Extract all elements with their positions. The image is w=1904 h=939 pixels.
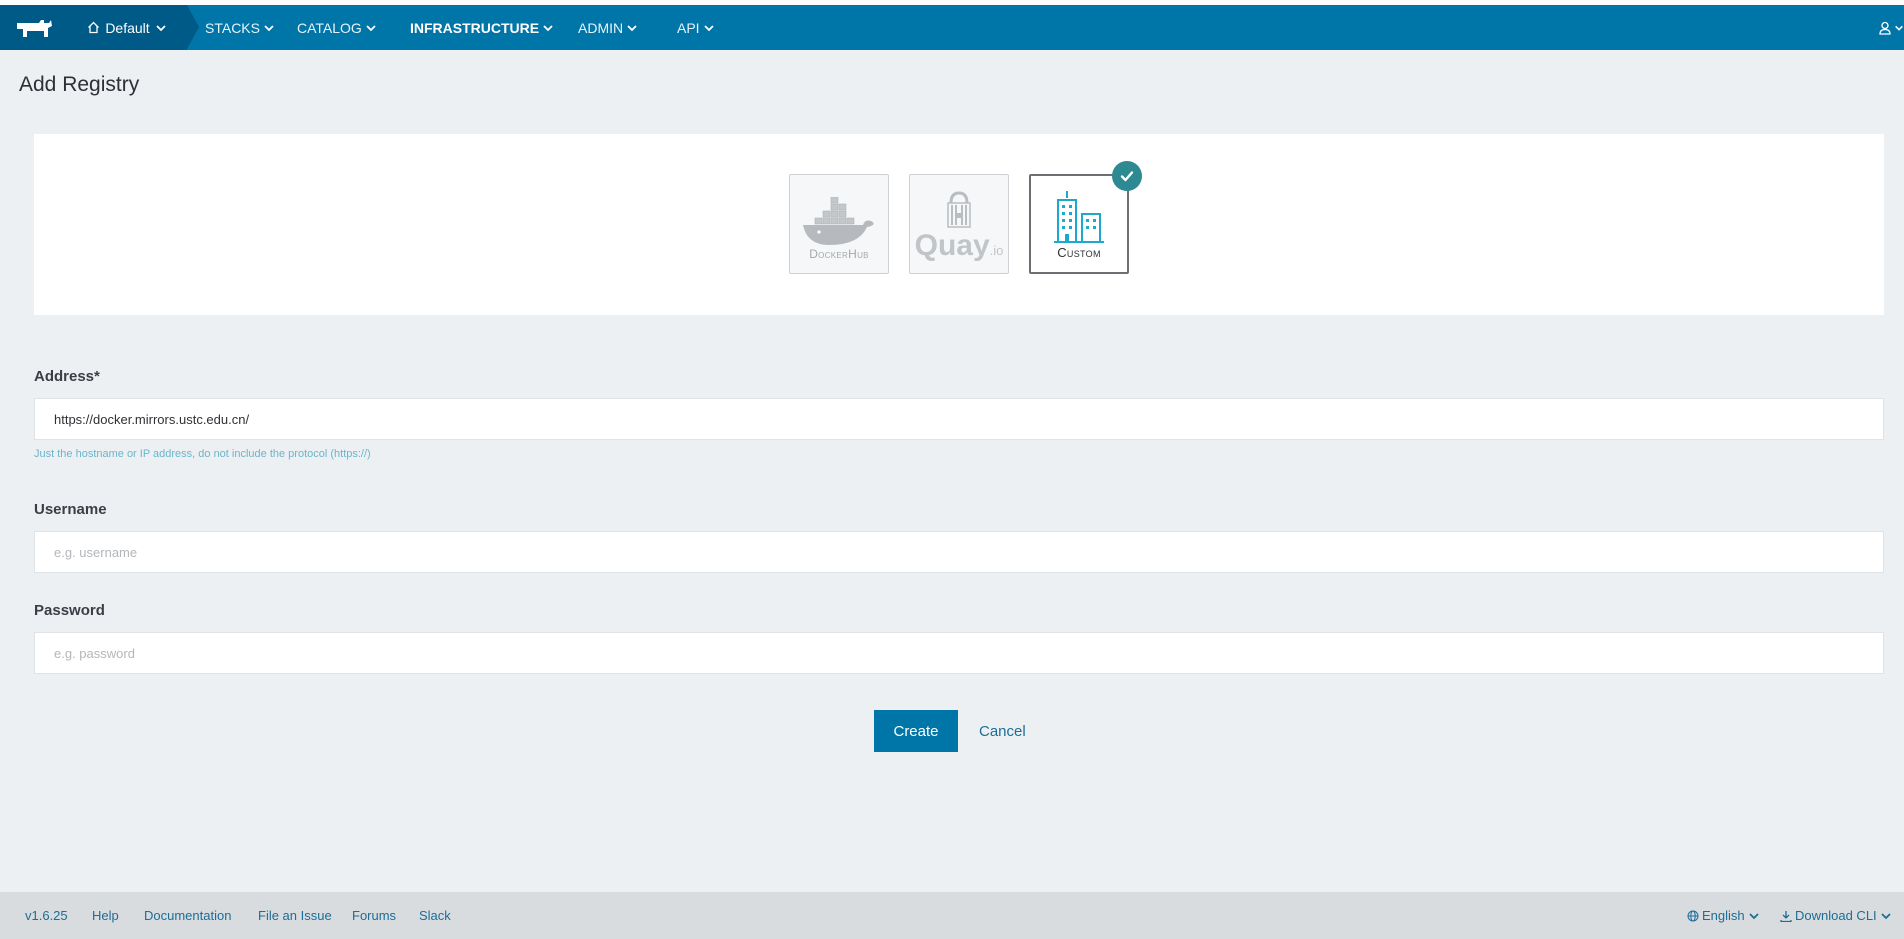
chevron-down-icon [366, 24, 376, 31]
language-label: English [1702, 908, 1745, 923]
nav-api[interactable]: API [677, 5, 715, 50]
address-label: Address* [34, 368, 100, 385]
version-link[interactable]: v1.6.25 [25, 892, 68, 939]
chevron-down-icon [543, 24, 553, 31]
nav-stacks-label: STACKS [205, 19, 260, 36]
selected-check-badge [1112, 161, 1142, 191]
chevron-down-icon [1749, 912, 1759, 919]
driver-custom[interactable]: Custom [1029, 161, 1142, 274]
driver-dockerhub-label: DockerHub [809, 247, 869, 261]
download-cli-label: Download CLI [1795, 908, 1877, 923]
chevron-down-icon [627, 24, 637, 31]
footer-link-file-an-issue[interactable]: File an Issue [258, 892, 332, 939]
checkmark-icon [1120, 171, 1134, 182]
globe-icon [1687, 910, 1699, 921]
app-root: Default STACKS CATALOG INFRASTRUCTURE AD… [0, 5, 1904, 939]
cancel-button[interactable]: Cancel [979, 710, 1026, 752]
quay-icon [947, 191, 971, 228]
nav-catalog[interactable]: CATALOG [297, 5, 377, 50]
chevron-down-icon [156, 24, 166, 31]
home-icon [88, 21, 100, 34]
footer-link-help[interactable]: Help [92, 892, 119, 939]
nav-api-label: API [677, 19, 700, 36]
nav-stacks[interactable]: STACKS [205, 5, 275, 50]
nav-admin[interactable]: ADMIN [578, 5, 638, 50]
user-icon [1879, 21, 1891, 35]
driver-dockerhub[interactable]: DockerHub [789, 174, 889, 274]
download-cli-menu[interactable]: Download CLI [1780, 892, 1892, 939]
page-title: Add Registry [19, 73, 140, 96]
rancher-cow-icon [16, 19, 52, 37]
username-input[interactable] [34, 531, 1884, 573]
user-menu[interactable] [1864, 5, 1904, 50]
driver-custom-label: Custom [1057, 245, 1101, 260]
nav-infrastructure-label: INFRASTRUCTURE [410, 19, 540, 36]
address-help-text: Just the hostname or IP address, do not … [34, 448, 371, 460]
chevron-down-icon [703, 24, 714, 31]
username-label: Username [34, 501, 107, 518]
buildings-icon [1054, 191, 1104, 243]
nav-catalog-label: CATALOG [297, 19, 362, 36]
address-input[interactable] [34, 398, 1884, 440]
rancher-logo[interactable] [0, 5, 67, 50]
footer: v1.6.25 Help Documentation File an Issue… [0, 892, 1904, 939]
footer-link-forums[interactable]: Forums [352, 892, 396, 939]
environment-name: Default [105, 19, 150, 36]
chevron-down-icon [264, 24, 274, 31]
quay-wordmark-suffix: .io [989, 243, 1004, 258]
driver-quay[interactable]: Quay.io [909, 174, 1009, 274]
nav-infrastructure[interactable]: INFRASTRUCTURE [410, 5, 554, 50]
password-label: Password [34, 602, 105, 619]
environment-switcher[interactable]: Default [67, 5, 199, 50]
registry-type-picker: DockerHub Quay.io Custom [34, 134, 1884, 315]
footer-link-documentation[interactable]: Documentation [144, 892, 231, 939]
chevron-down-icon [1895, 25, 1903, 31]
quay-wordmark: Quay [914, 229, 990, 262]
driver-quay-label: Quay.io [915, 229, 1004, 263]
chevron-down-icon [1881, 912, 1891, 919]
nav-admin-label: ADMIN [578, 19, 624, 36]
top-navigation-bar: Default STACKS CATALOG INFRASTRUCTURE AD… [0, 5, 1904, 50]
docker-whale-icon [803, 197, 874, 245]
language-selector[interactable]: English [1687, 892, 1760, 939]
password-input[interactable] [34, 632, 1884, 674]
download-icon [1780, 910, 1792, 922]
create-button[interactable]: Create [874, 710, 958, 752]
footer-link-slack[interactable]: Slack [419, 892, 451, 939]
